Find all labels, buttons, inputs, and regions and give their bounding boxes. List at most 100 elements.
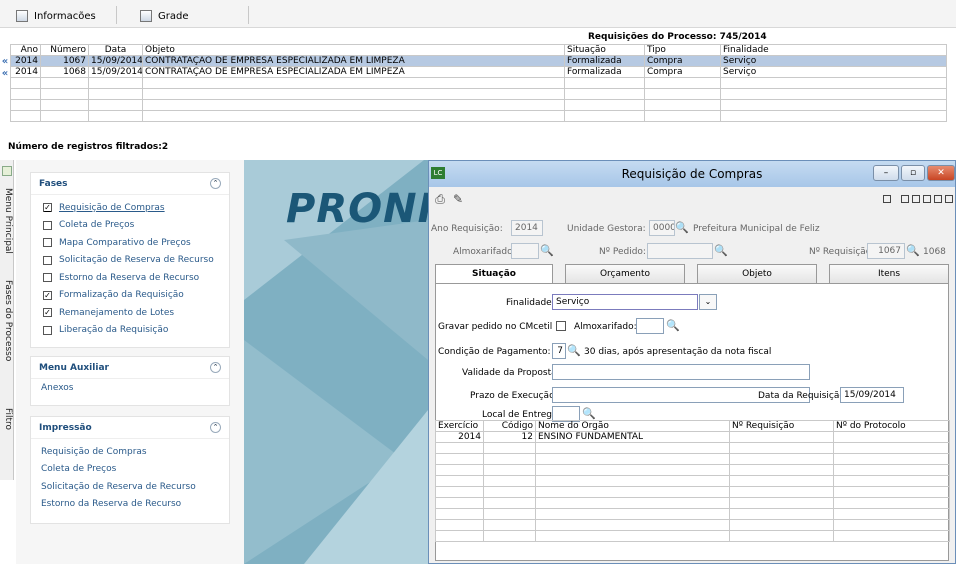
col-ano[interactable]: Ano bbox=[10, 44, 41, 56]
cell-numero: 1068 bbox=[40, 66, 89, 78]
pin-icon[interactable] bbox=[2, 166, 12, 176]
col-num-requisicao[interactable]: Nº Requisição bbox=[729, 420, 834, 432]
pedido-field[interactable] bbox=[647, 243, 713, 259]
print-estorno[interactable]: Estorno da Reserva de Recurso bbox=[31, 496, 229, 514]
table-row-empty bbox=[435, 464, 950, 476]
impressao-panel: Impressão ⌃ Requisição de Compras Coleta… bbox=[30, 416, 230, 524]
grid-view-icon[interactable] bbox=[923, 195, 931, 203]
form-icon bbox=[16, 10, 28, 22]
fase-item-requisicao[interactable]: ✓ Requisição de Compras bbox=[31, 199, 229, 217]
col-situacao[interactable]: Situação bbox=[564, 44, 645, 56]
tab-separator bbox=[116, 6, 117, 24]
print-coleta[interactable]: Coleta de Preços bbox=[31, 461, 229, 479]
vtab-filtro[interactable]: Filtro bbox=[1, 408, 13, 430]
col-data[interactable]: Data bbox=[88, 44, 143, 56]
search-icon[interactable]: 🔍 bbox=[666, 319, 680, 332]
vtab-menu-principal[interactable]: Menu Principal bbox=[1, 188, 13, 254]
search-icon[interactable]: 🔍 bbox=[582, 407, 596, 420]
maximize-button[interactable]: ▫ bbox=[901, 165, 925, 181]
impressao-header[interactable]: Impressão ⌃ bbox=[31, 417, 229, 439]
checkbox[interactable] bbox=[43, 325, 52, 335]
fase-item-estorno[interactable]: Estorno da Reserva de Recurso bbox=[31, 269, 229, 287]
col-numero[interactable]: Número bbox=[40, 44, 89, 56]
checkbox[interactable] bbox=[43, 255, 52, 265]
fase-item-remanejamento[interactable]: ✓ Remanejamento de Lotes bbox=[31, 304, 229, 322]
fases-header[interactable]: Fases ⌃ bbox=[31, 173, 229, 195]
data-requisicao-field[interactable]: 15/09/2014 bbox=[840, 387, 904, 403]
table-row[interactable]: 2014 1068 15/09/2014 CONTRATAÇÃO DE EMPR… bbox=[10, 66, 947, 78]
col-finalidade[interactable]: Finalidade bbox=[720, 44, 947, 56]
gravar-pedido-checkbox[interactable] bbox=[556, 321, 566, 331]
edit-icon[interactable]: ✎ bbox=[451, 192, 465, 206]
row-arrow-icon[interactable]: « bbox=[0, 68, 10, 80]
search-icon[interactable]: 🔍 bbox=[567, 344, 581, 357]
checkbox[interactable] bbox=[43, 220, 52, 230]
row-arrow-icon[interactable]: « bbox=[0, 56, 10, 68]
table-row-empty bbox=[10, 88, 947, 100]
collapse-icon[interactable]: ⌃ bbox=[210, 362, 221, 373]
condicao-desc: 30 dias, após apresentação da nota fisca… bbox=[584, 347, 772, 357]
calculator-icon[interactable] bbox=[883, 195, 891, 203]
table-row-empty bbox=[435, 519, 950, 531]
nav-last-icon[interactable] bbox=[945, 195, 953, 203]
table-row-empty bbox=[10, 99, 947, 111]
table-row[interactable]: 2014 1067 15/09/2014 CONTRATAÇÃO DE EMPR… bbox=[10, 55, 947, 67]
collapse-icon[interactable]: ⌃ bbox=[210, 422, 221, 433]
tab-grade[interactable]: Grade bbox=[140, 8, 189, 24]
col-nome-orgao[interactable]: Nome do Órgão bbox=[535, 420, 730, 432]
print-requisicao[interactable]: Requisição de Compras bbox=[31, 443, 229, 461]
col-num-protocolo[interactable]: Nº do Protocolo bbox=[833, 420, 950, 432]
app-badge: LC bbox=[431, 167, 445, 179]
col-tipo[interactable]: Tipo bbox=[644, 44, 721, 56]
chevron-down-icon[interactable]: ⌄ bbox=[699, 294, 717, 310]
search-icon[interactable]: 🔍 bbox=[540, 244, 554, 257]
checkbox[interactable] bbox=[43, 238, 52, 248]
cell-situacao: Formalizada bbox=[564, 55, 645, 67]
fase-item-formalizacao[interactable]: ✓ Formalização da Requisição bbox=[31, 287, 229, 305]
ano-requisicao-field[interactable]: 2014 bbox=[511, 220, 543, 236]
almox-label: Almoxarifado: bbox=[574, 322, 637, 332]
fase-item-coleta[interactable]: Coleta de Preços bbox=[31, 217, 229, 235]
tab-objeto[interactable]: Objeto bbox=[697, 264, 817, 284]
almox-field[interactable] bbox=[636, 318, 664, 334]
nav-prev-icon[interactable] bbox=[912, 195, 920, 203]
tab-informacoes[interactable]: Informacões bbox=[16, 8, 96, 24]
num-requisicao-label: Nº Requisição: bbox=[809, 247, 875, 257]
col-codigo[interactable]: Código bbox=[483, 420, 536, 432]
nav-first-icon[interactable] bbox=[901, 195, 909, 203]
finalidade-select[interactable]: Serviço bbox=[552, 294, 698, 310]
search-icon[interactable]: 🔍 bbox=[906, 244, 920, 257]
unidade-gestora-nome: Prefeitura Municipal de Feliz bbox=[693, 224, 820, 234]
almoxarifado-field[interactable] bbox=[511, 243, 539, 259]
num-requisicao-field[interactable]: 1067 bbox=[867, 243, 905, 259]
search-icon[interactable]: 🔍 bbox=[675, 221, 689, 234]
print-solicitacao[interactable]: Solicitação de Reserva de Recurso bbox=[31, 478, 229, 496]
search-icon[interactable]: 🔍 bbox=[714, 244, 728, 257]
link-anexos[interactable]: Anexos bbox=[31, 379, 229, 397]
checkbox-checked[interactable]: ✓ bbox=[43, 290, 52, 300]
fase-item-solicitacao[interactable]: Solicitação de Reserva de Recurso bbox=[31, 252, 229, 270]
fase-item-mapa[interactable]: Mapa Comparativo de Preços bbox=[31, 234, 229, 252]
checkbox-checked[interactable]: ✓ bbox=[43, 308, 52, 318]
print-icon[interactable]: ⎙ bbox=[433, 192, 447, 206]
cell-objeto: CONTRATAÇÃO DE EMPRESA ESPECIALIZADA EM … bbox=[142, 66, 565, 78]
tab-itens[interactable]: Itens bbox=[829, 264, 949, 284]
validade-field[interactable] bbox=[552, 364, 810, 380]
table-row[interactable]: 2014 12 ENSINO FUNDAMENTAL bbox=[435, 431, 950, 443]
nav-next-icon[interactable] bbox=[934, 195, 942, 203]
collapse-icon[interactable]: ⌃ bbox=[210, 178, 221, 189]
cell-num-protocolo bbox=[833, 431, 950, 443]
checkbox[interactable] bbox=[43, 273, 52, 283]
minimize-button[interactable]: – bbox=[873, 165, 899, 181]
unidade-gestora-field[interactable]: 0000 bbox=[649, 220, 675, 236]
condicao-codigo-field[interactable]: 7 bbox=[552, 343, 566, 359]
col-objeto[interactable]: Objeto bbox=[142, 44, 565, 56]
checkbox-checked[interactable]: ✓ bbox=[43, 203, 52, 213]
close-button[interactable]: ✕ bbox=[927, 165, 955, 181]
fase-item-liberacao[interactable]: Liberação da Requisição bbox=[31, 322, 229, 340]
tab-orcamento[interactable]: Orçamento bbox=[565, 264, 685, 284]
menu-auxiliar-header[interactable]: Menu Auxiliar ⌃ bbox=[31, 357, 229, 379]
col-exercicio[interactable]: Exercício bbox=[435, 420, 484, 432]
tab-situacao[interactable]: Situação bbox=[435, 264, 553, 285]
vtab-fases-processo[interactable]: Fases do Processo bbox=[1, 280, 13, 361]
